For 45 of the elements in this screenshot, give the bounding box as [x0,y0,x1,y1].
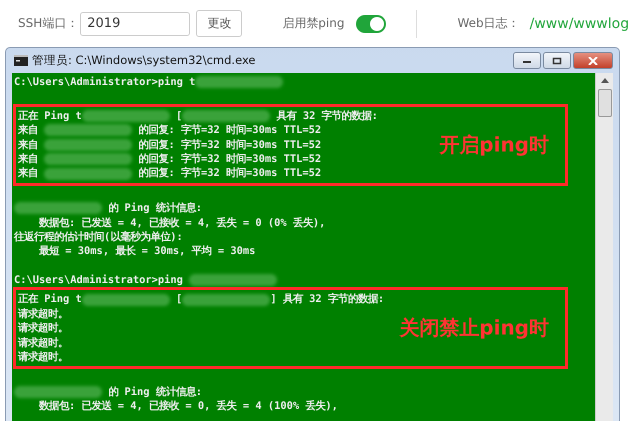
web-log-path: /www/wwwlog [530,16,630,32]
console-text: 来自 [18,124,39,136]
console-text: 数据包: 已发送 = 4, 已接收 = 0, 丢失 = 4 (100% 丢失), [38,400,338,412]
console-text: 的 Ping 统计信息: [107,202,202,214]
console-text: 的回复: 字节=32 时间=30ms TTL=52 [138,138,322,151]
scroll-up-icon[interactable] [600,78,608,83]
console-text: 请求超时。 [18,336,68,349]
console-icon [14,55,28,66]
maximize-icon [552,56,562,64]
annotation-text: 关闭禁止ping时 [399,314,549,342]
console-text: 请求超时。 [18,351,68,364]
ping-toggle-label: 启用禁ping [282,15,344,32]
console-text: C:\Users\Administrator>ping t [14,76,196,88]
close-icon [588,56,598,64]
console-text: 来自 [18,167,39,180]
console-text: 来自 [18,152,39,165]
change-button[interactable]: 更改 [196,10,242,37]
console-text: 的回复: 字节=32 时间=30ms TTL=52 [138,152,322,165]
minimize-button[interactable] [513,52,541,69]
scroll-thumb[interactable] [598,89,612,117]
ssh-port-label: SSH端口： [18,15,78,32]
ssh-port-field[interactable]: 2019 [80,12,190,36]
maximize-button[interactable] [543,52,571,69]
console-text: 请求超时。 [18,308,68,320]
close-button[interactable] [573,52,613,69]
window-title: 管理员: C:\Windows\system32\cmd.exe [32,53,256,68]
console-text: 正在 Ping t [18,110,82,122]
console-text: 数据包: 已发送 = 4, 已接收 = 4, 丢失 = 0 (0% 丢失), [38,216,326,229]
annotation-text: 开启ping时 [439,131,549,158]
console-text: [ [175,293,182,306]
console-text: 的回复: 字节=32 时间=30ms TTL=52 [138,124,322,136]
console-text: 的 Ping 统计信息: [107,386,202,398]
console-text: C:\Users\Administrator>ping [14,274,184,286]
console-text: 正在 Ping t [18,293,82,306]
console-text: 往返行程的估计时间(以毫秒为单位): [14,230,183,243]
console-text: 具有 32 字节的数据: [276,110,378,122]
console-text: 的回复: 字节=32 时间=30ms TTL=52 [138,167,322,180]
console-text: 请求超时。 [18,322,68,334]
web-log-label: Web日志： [457,15,520,32]
ping-toggle[interactable] [356,14,386,32]
console-text: [ [175,110,182,122]
console-text: 最短 = 30ms, 最长 = 30ms, 平均 = 30ms [38,245,256,258]
console-text: 来自 [18,138,39,151]
console-text: ] 具有 32 字节的数据: [270,293,384,306]
scrollbar[interactable] [595,73,613,421]
